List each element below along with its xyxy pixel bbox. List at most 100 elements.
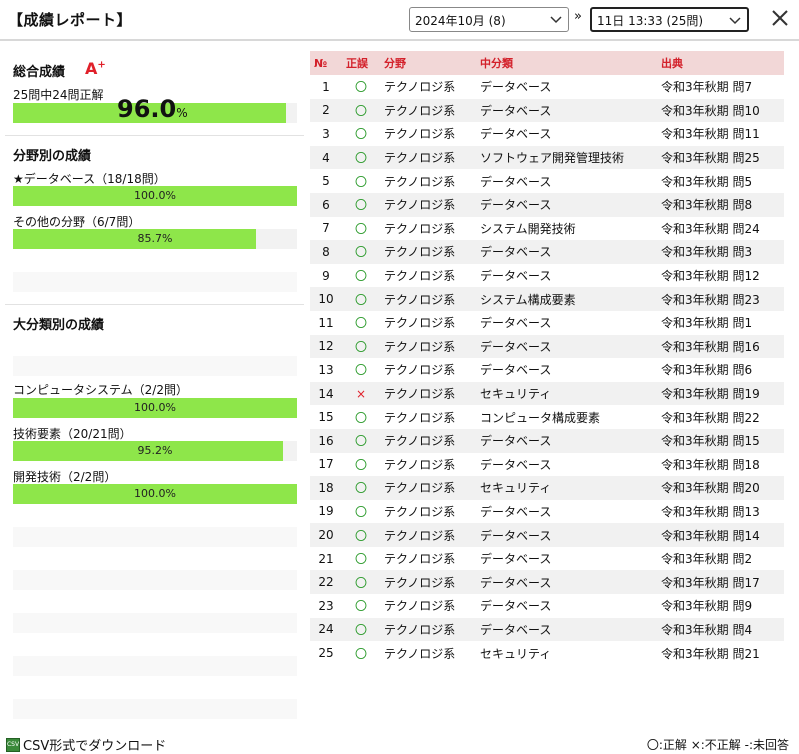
row-source: 令和3年秋期 問13 (661, 504, 760, 519)
category-label-1: 技術要素（20/21問） (13, 427, 132, 441)
row-field: テクノロジ系 (384, 552, 456, 567)
correct-mark-icon: 〇 (354, 292, 367, 307)
table-row: 13 〇 テクノロジ系 データベース 令和3年秋期 問6 (310, 358, 784, 382)
row-no: 9 (322, 268, 330, 283)
result-legend: 〇:正解 ×:不正解 -:未回答 (646, 738, 789, 752)
wrong-mark-icon: × (355, 386, 367, 401)
col-no: № (310, 51, 342, 75)
category-bar-label: 100.0% (134, 401, 176, 414)
row-no: 13 (318, 362, 334, 377)
row-no: 23 (318, 598, 334, 613)
row-field: テクノロジ系 (384, 599, 456, 614)
category-label-0: コンピュータシステム（2/2問） (13, 383, 188, 397)
category-bar-0: 100.0% (13, 398, 297, 418)
row-result: 〇 (342, 453, 380, 477)
category-title: 大分類別の成績 (13, 318, 105, 333)
field-label-0: ★データベース（18/18問） (13, 172, 166, 186)
grade-badge: A+ (85, 59, 106, 78)
row-source: 令和3年秋期 問3 (657, 240, 784, 264)
table-row: 8 〇テクノロジ系 データベース 令和3年秋期 問3 (310, 240, 784, 264)
col-field: 分野 (380, 51, 476, 75)
month-select[interactable]: 2024年10月 (8) (409, 7, 569, 32)
row-source: 令和3年秋期 問11 (661, 127, 760, 142)
row-field: テクノロジ系 (384, 127, 456, 142)
correct-mark-icon: 〇 (354, 646, 367, 661)
csv-download-label: CSV形式でダウンロード (23, 739, 167, 754)
row-source: 令和3年秋期 問10 (657, 98, 784, 123)
row-category: データベース (476, 617, 657, 642)
row-category: データベース (476, 523, 657, 547)
row-no: 15 (318, 410, 334, 425)
row-result: 〇 (342, 311, 380, 335)
table-row: 10 〇テクノロジ系 システム構成要素 令和3年秋期 問23 (310, 287, 784, 311)
field-label-1: その他の分野（6/7問） (13, 215, 141, 229)
row-no: 5 (322, 174, 330, 189)
row-source: 令和3年秋期 問2 (661, 552, 753, 567)
month-select-value: 2024年10月 (8) (415, 14, 506, 28)
correct-mark-icon: 〇 (354, 481, 367, 496)
row-field: テクノロジ系 (384, 457, 456, 472)
row-no: 19 (318, 504, 334, 519)
row-no: 24 (310, 617, 342, 642)
table-row: 17 〇 テクノロジ系 データベース 令和3年秋期 問18 (310, 453, 784, 477)
row-result: 〇 (342, 358, 380, 382)
correct-mark-icon: 〇 (354, 528, 367, 543)
row-result: 〇 (342, 570, 380, 595)
row-source: 令和3年秋期 問1 (661, 316, 753, 331)
divider (5, 304, 304, 305)
row-result: 〇 (342, 617, 380, 642)
table-row: 7 〇 テクノロジ系 システム開発技術 令和3年秋期 問24 (310, 217, 784, 241)
category-bar-label: 100.0% (134, 487, 176, 500)
field-bar-1: 85.7% (13, 229, 297, 249)
correct-mark-icon: 〇 (354, 174, 367, 189)
chevron-down-icon (550, 16, 562, 24)
row-field: テクノロジ系 (384, 410, 456, 425)
table-row: 24 〇テクノロジ系 データベース 令和3年秋期 問4 (310, 617, 784, 642)
row-category: データベース (480, 269, 552, 284)
correct-mark-icon: 〇 (354, 457, 367, 472)
row-source: 令和3年秋期 問25 (657, 145, 784, 170)
row-no: 2 (310, 98, 342, 123)
row-result: × (342, 381, 380, 406)
row-category: システム構成要素 (476, 287, 657, 311)
row-category: データベース (480, 127, 552, 142)
row-no: 22 (310, 570, 342, 595)
row-result: 〇 (342, 98, 380, 123)
empty-bar (13, 699, 297, 719)
table-row: 15 〇 テクノロジ系 コンピュータ構成要素 令和3年秋期 問22 (310, 405, 784, 429)
correct-mark-icon: 〇 (354, 198, 367, 213)
row-category: データベース (480, 504, 552, 519)
col-result: 正誤 (342, 51, 380, 75)
table-row: 6 〇テクノロジ系 データベース 令和3年秋期 問8 (310, 192, 784, 217)
session-select[interactable]: 11日 13:33 (25問) (590, 7, 749, 32)
row-field: テクノロジ系 (380, 240, 476, 264)
row-no: 21 (318, 551, 334, 566)
divider (5, 135, 304, 136)
row-result: 〇 (342, 217, 380, 241)
row-category: データベース (476, 570, 657, 595)
overall-title: 総合成績 (13, 65, 66, 80)
close-icon[interactable] (770, 8, 790, 28)
correct-mark-icon: 〇 (354, 269, 367, 284)
empty-bar (13, 527, 297, 547)
row-field: テクノロジ系 (380, 98, 476, 123)
row-result: 〇 (342, 476, 380, 500)
table-header: № 正誤 分野 中分類 出典 (310, 51, 784, 75)
row-source: 令和3年秋期 問14 (657, 523, 784, 547)
row-category: データベース (476, 98, 657, 123)
table-row: 22 〇テクノロジ系 データベース 令和3年秋期 問17 (310, 570, 784, 595)
row-result: 〇 (342, 192, 380, 217)
row-field: テクノロジ系 (380, 381, 476, 406)
csv-download-link[interactable]: CSV CSV形式でダウンロード (6, 735, 166, 754)
row-result: 〇 (342, 334, 380, 359)
row-no: 8 (310, 240, 342, 264)
row-no: 20 (310, 523, 342, 547)
table-row: 23 〇 テクノロジ系 データベース 令和3年秋期 問9 (310, 594, 784, 618)
row-source: 令和3年秋期 問18 (661, 457, 760, 472)
row-source: 令和3年秋期 問5 (661, 174, 753, 189)
report-header: 【成績レポート】 2024年10月 (8) » 11日 13:33 (25問) (0, 0, 799, 41)
empty-bar (13, 356, 297, 376)
session-select-value: 11日 13:33 (25問) (597, 14, 704, 28)
row-field: テクノロジ系 (384, 80, 456, 95)
row-result: 〇 (342, 405, 380, 429)
